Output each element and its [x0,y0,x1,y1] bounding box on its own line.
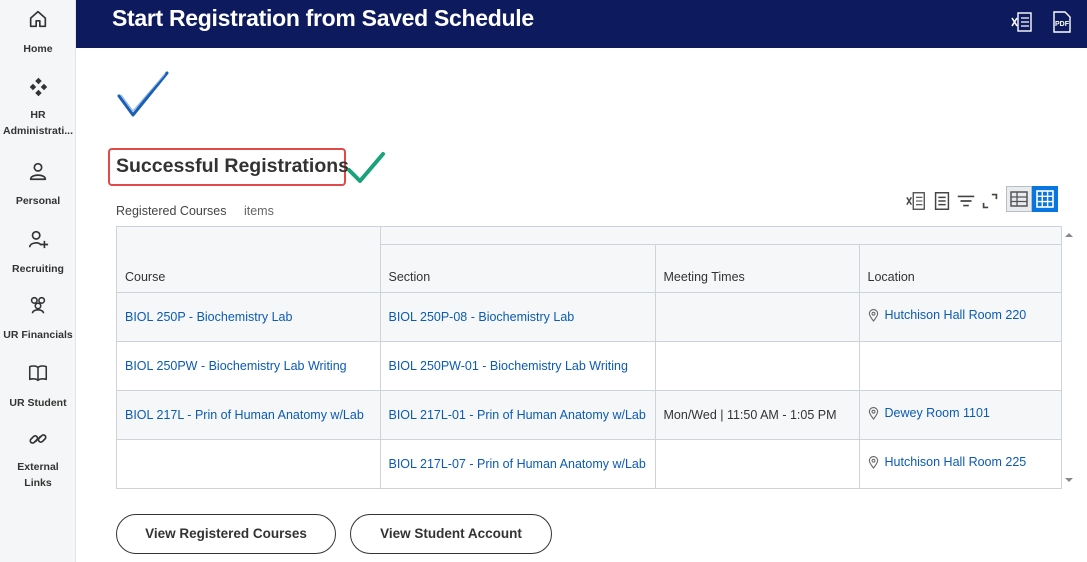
table-row: BIOL 217L - Prin of Human Anatomy w/Lab … [117,390,1061,440]
meeting-times-cell [655,439,860,488]
grid-view-icon [1036,190,1054,208]
sidebar-item-label: Recruiting [12,263,64,275]
home-icon [29,10,47,28]
table-view-toggle[interactable] [1006,186,1032,212]
sidebar-item-label: UR Financials [3,329,73,341]
pdf-icon-text: PDF [1055,21,1070,28]
sidebar-item-ur-student[interactable]: UR Student [0,362,76,411]
add-person-icon [28,230,49,249]
sidebar: Home HR Administrati... Personal Recruit… [0,0,76,562]
column-header-location[interactable]: Location [859,244,1061,293]
group-header [380,227,1061,245]
page-title: Start Registration from Saved Schedule [112,5,534,31]
success-check-icon [117,71,169,117]
filter-icon[interactable] [955,190,977,212]
excel-export-icon[interactable] [905,190,927,212]
course-link[interactable]: BIOL 217L - Prin of Human Anatomy w/Lab [125,408,364,422]
grid-view-toggle[interactable] [1032,186,1058,212]
scroll-down-arrow-icon[interactable] [1062,473,1076,487]
grid-scrollbar[interactable] [1062,226,1076,489]
course-link[interactable]: BIOL 250P - Biochemistry Lab [125,310,292,324]
sidebar-item-hr-administration[interactable]: HR Administrati... [0,76,76,139]
meeting-times-cell: Mon/Wed | 11:50 AM - 1:05 PM [655,390,860,440]
column-header-section[interactable]: Section [380,244,656,293]
table-row: BIOL 250P - Biochemistry Lab BIOL 250P-0… [117,292,1061,342]
view-student-account-button[interactable]: View Student Account [350,514,552,554]
link-icon [29,434,47,444]
location-link[interactable]: Hutchison Hall Room 225 [885,455,1027,469]
column-header-meeting-times[interactable]: Meeting Times [655,244,860,293]
meeting-times-cell [655,341,860,391]
sidebar-item-label-2: Links [24,477,52,489]
location-cell [859,341,1061,391]
excel-export-icon[interactable] [1010,10,1034,34]
sidebar-item-personal[interactable]: Personal [0,160,76,209]
course-cell [117,439,381,488]
course-link[interactable]: BIOL 250PW - Biochemistry Lab Writing [125,359,347,373]
location-link[interactable]: Hutchison Hall Room 220 [885,308,1027,322]
table-row: BIOL 250PW - Biochemistry Lab Writing BI… [117,341,1061,391]
sidebar-item-recruiting[interactable]: Recruiting [0,228,76,277]
pdf-export-icon[interactable]: PDF [1050,10,1074,34]
fullscreen-icon[interactable] [979,190,1001,212]
registered-courses-grid: Course Section Meeting Times Location BI… [116,226,1062,489]
group-icon [30,296,46,314]
grid-item-count: items [243,204,274,218]
group-header-empty [117,227,381,244]
section-link[interactable]: BIOL 250PW-01 - Biochemistry Lab Writing [389,359,628,373]
section-link[interactable]: BIOL 217L-01 - Prin of Human Anatomy w/L… [389,408,646,422]
sidebar-item-label: HR [30,109,46,121]
meeting-times-cell [655,292,860,342]
location-link[interactable]: Dewey Room 1101 [885,406,990,420]
scroll-up-arrow-icon[interactable] [1062,228,1076,242]
sidebar-item-ur-financials[interactable]: UR Financials [0,294,76,343]
sidebar-item-label-2: Administrati... [2,125,73,137]
section-link[interactable]: BIOL 217L-07 - Prin of Human Anatomy w/L… [389,457,646,471]
sidebar-item-label: External [17,461,59,473]
sidebar-item-label: Personal [15,195,61,207]
sidebar-item-home[interactable]: Home [0,8,76,57]
sidebar-item-label: Home [23,43,53,55]
person-icon [29,162,47,181]
sidebar-item-external-links[interactable]: External Links [0,428,76,491]
grid-caption: Registered Courses items [116,204,274,218]
grid-title: Registered Courses [116,204,227,218]
book-icon [28,365,48,382]
location-pin-icon [868,308,878,322]
column-header-course[interactable]: Course [117,244,381,293]
view-registered-courses-button[interactable]: View Registered Courses [116,514,336,554]
green-check-icon [347,152,385,183]
table-view-icon [1010,191,1028,207]
sidebar-item-label: UR Student [9,397,67,409]
page-header: Start Registration from Saved Schedule P… [76,0,1087,48]
location-pin-icon [868,455,878,469]
section-title: Successful Registrations [116,155,349,177]
table-row: BIOL 217L-07 - Prin of Human Anatomy w/L… [117,439,1061,488]
hr-admin-icon [29,77,48,97]
location-pin-icon [868,406,878,420]
related-actions-icon[interactable] [931,190,953,212]
section-link[interactable]: BIOL 250P-08 - Biochemistry Lab [389,310,575,324]
